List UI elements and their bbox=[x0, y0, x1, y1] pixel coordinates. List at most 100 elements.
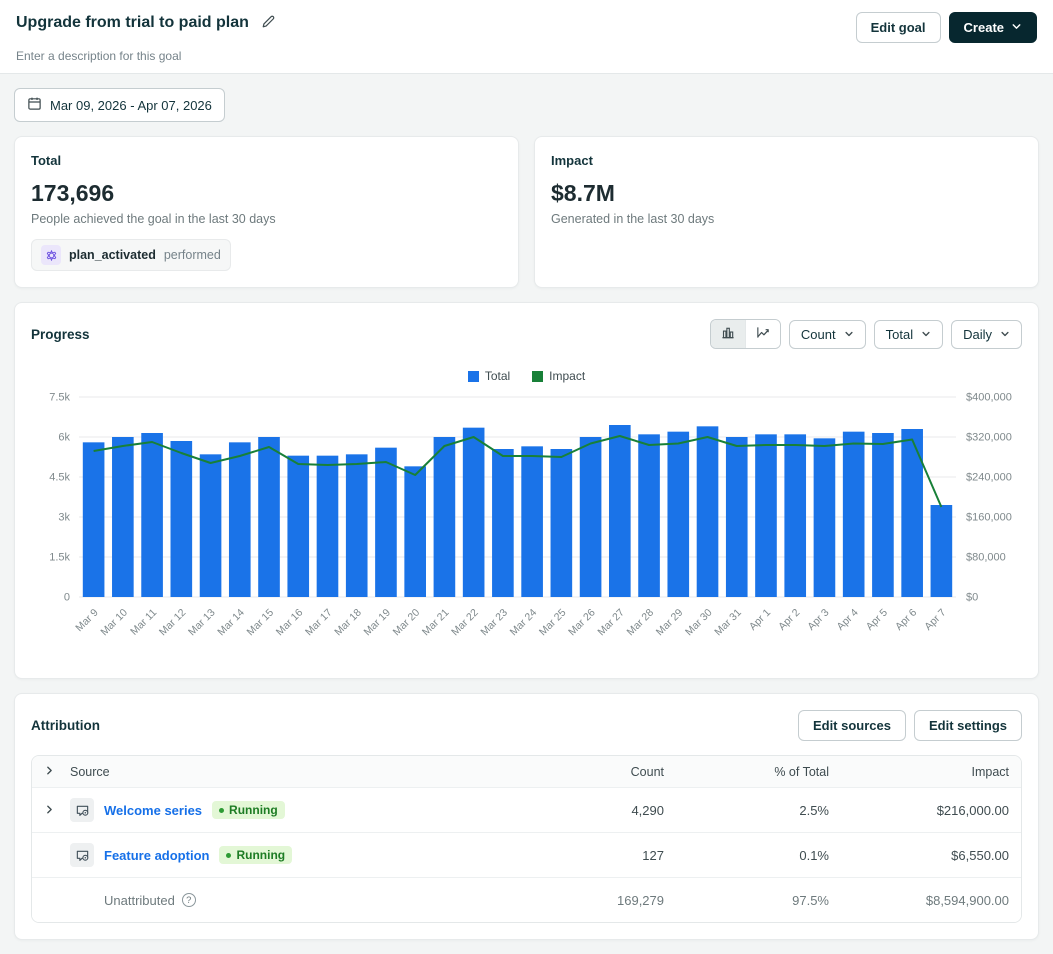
total-value: 173,696 bbox=[31, 180, 502, 207]
page-subtitle: Enter a description for this goal bbox=[16, 49, 1037, 63]
status-label: Running bbox=[229, 803, 278, 817]
svg-text:Apr 4: Apr 4 bbox=[835, 607, 861, 633]
edit-goal-label: Edit goal bbox=[871, 20, 926, 35]
svg-text:$0: $0 bbox=[966, 592, 978, 604]
svg-text:Mar 30: Mar 30 bbox=[683, 607, 715, 639]
svg-text:Mar 31: Mar 31 bbox=[712, 607, 744, 639]
page-title: Upgrade from trial to paid plan bbox=[16, 14, 249, 32]
source-link[interactable]: Welcome series bbox=[104, 803, 202, 818]
svg-text:Apr 2: Apr 2 bbox=[776, 607, 802, 633]
attribution-table-header: Source Count % of Total Impact bbox=[32, 756, 1021, 787]
status-dot-icon bbox=[226, 853, 231, 858]
edit-title-button[interactable] bbox=[259, 12, 278, 34]
legend-item-total: Total bbox=[468, 369, 510, 383]
column-header-count: Count bbox=[534, 765, 664, 779]
unattributed-label: Unattributed bbox=[104, 893, 175, 908]
svg-text:Mar 24: Mar 24 bbox=[508, 607, 540, 639]
svg-text:Mar 26: Mar 26 bbox=[566, 607, 598, 639]
create-label: Create bbox=[964, 20, 1004, 35]
impact-card-label: Impact bbox=[551, 153, 1022, 168]
chevron-down-icon bbox=[1011, 20, 1022, 35]
svg-text:Mar 22: Mar 22 bbox=[449, 607, 481, 639]
expand-all-chevron-icon[interactable] bbox=[44, 765, 55, 779]
svg-text:$160,000: $160,000 bbox=[966, 512, 1012, 524]
edit-settings-button[interactable]: Edit settings bbox=[914, 710, 1022, 741]
svg-text:Mar 25: Mar 25 bbox=[537, 607, 569, 639]
combo-chart-svg: 0$01.5k$80,0003k$160,0004.5k$240,0006k$3… bbox=[31, 389, 1024, 659]
aggregation-select-value: Total bbox=[886, 327, 913, 342]
event-suffix: performed bbox=[164, 248, 221, 262]
chevron-down-icon bbox=[844, 327, 854, 342]
svg-text:Mar 19: Mar 19 bbox=[361, 607, 393, 639]
svg-text:Mar 11: Mar 11 bbox=[128, 607, 159, 638]
count-cell: 127 bbox=[534, 848, 664, 863]
attribution-table: Source Count % of Total Impact bbox=[31, 755, 1022, 923]
pct-cell: 97.5% bbox=[664, 893, 829, 908]
calendar-icon bbox=[27, 96, 42, 114]
total-card-label: Total bbox=[31, 153, 502, 168]
svg-text:Mar 21: Mar 21 bbox=[420, 607, 452, 639]
svg-text:Apr 6: Apr 6 bbox=[893, 607, 919, 633]
bar-chart-toggle-button[interactable] bbox=[711, 320, 745, 348]
svg-text:3k: 3k bbox=[58, 512, 70, 524]
impact-value: $8.7M bbox=[551, 180, 1022, 207]
count-cell: 169,279 bbox=[534, 893, 664, 908]
pct-cell: 0.1% bbox=[664, 848, 829, 863]
svg-text:Apr 7: Apr 7 bbox=[922, 607, 948, 633]
column-header-source: Source bbox=[70, 765, 534, 779]
edit-sources-button[interactable]: Edit sources bbox=[798, 710, 906, 741]
impact-cell: $8,594,900.00 bbox=[829, 893, 1009, 908]
svg-text:1.5k: 1.5k bbox=[49, 552, 70, 564]
svg-text:$240,000: $240,000 bbox=[966, 472, 1012, 484]
chevron-down-icon bbox=[1000, 327, 1010, 342]
svg-text:Mar 15: Mar 15 bbox=[245, 607, 277, 639]
chart-legend: Total Impact bbox=[31, 369, 1022, 383]
date-range-label: Mar 09, 2026 - Apr 07, 2026 bbox=[50, 98, 212, 113]
svg-text:Mar 18: Mar 18 bbox=[332, 607, 364, 639]
source-link[interactable]: Feature adoption bbox=[104, 848, 209, 863]
edit-sources-label: Edit sources bbox=[813, 718, 891, 733]
status-dot-icon bbox=[219, 808, 224, 813]
bar-chart-icon bbox=[720, 325, 736, 343]
granularity-select[interactable]: Daily bbox=[951, 320, 1022, 349]
svg-text:Mar 28: Mar 28 bbox=[625, 607, 657, 639]
svg-text:Mar 23: Mar 23 bbox=[478, 607, 510, 639]
pencil-icon bbox=[261, 14, 276, 32]
column-header-impact: Impact bbox=[829, 765, 1009, 779]
granularity-select-value: Daily bbox=[963, 327, 992, 342]
campaign-icon bbox=[70, 843, 94, 867]
table-row: Welcome series Running 4,290 2.5% $216,0… bbox=[32, 787, 1021, 832]
svg-text:Mar 10: Mar 10 bbox=[98, 607, 130, 639]
attribution-title: Attribution bbox=[31, 718, 100, 733]
svg-text:$400,000: $400,000 bbox=[966, 392, 1012, 404]
svg-text:0: 0 bbox=[64, 592, 70, 604]
progress-card: Progress Count bbox=[14, 302, 1039, 679]
impact-card: Impact $8.7M Generated in the last 30 da… bbox=[534, 136, 1039, 288]
progress-chart: 0$01.5k$80,0003k$160,0004.5k$240,0006k$3… bbox=[31, 389, 1022, 662]
campaign-icon bbox=[70, 798, 94, 822]
total-card: Total 173,696 People achieved the goal i… bbox=[14, 136, 519, 288]
date-range-picker[interactable]: Mar 09, 2026 - Apr 07, 2026 bbox=[14, 88, 225, 122]
page-header: Upgrade from trial to paid plan Edit goa… bbox=[0, 0, 1053, 74]
expand-row-chevron-icon[interactable] bbox=[44, 803, 55, 818]
svg-text:6k: 6k bbox=[58, 432, 70, 444]
create-button[interactable]: Create bbox=[949, 12, 1037, 43]
metric-select[interactable]: Count bbox=[789, 320, 866, 349]
legend-item-impact: Impact bbox=[532, 369, 585, 383]
svg-text:$80,000: $80,000 bbox=[966, 552, 1006, 564]
svg-text:7.5k: 7.5k bbox=[49, 392, 70, 404]
aggregation-select[interactable]: Total bbox=[874, 320, 943, 349]
table-row: Unattributed ? 169,279 97.5% $8,594,900.… bbox=[32, 877, 1021, 922]
goal-event-chip[interactable]: plan_activated performed bbox=[31, 239, 231, 271]
help-icon[interactable]: ? bbox=[182, 893, 196, 907]
line-chart-toggle-button[interactable] bbox=[745, 320, 780, 348]
status-label: Running bbox=[236, 848, 285, 862]
chart-type-toggle bbox=[710, 319, 781, 349]
svg-text:Mar 27: Mar 27 bbox=[595, 607, 627, 639]
impact-cell: $6,550.00 bbox=[829, 848, 1009, 863]
metric-select-value: Count bbox=[801, 327, 836, 342]
svg-text:Mar 14: Mar 14 bbox=[215, 607, 247, 639]
edit-goal-button[interactable]: Edit goal bbox=[856, 12, 941, 43]
count-cell: 4,290 bbox=[534, 803, 664, 818]
svg-text:Apr 5: Apr 5 bbox=[864, 607, 890, 633]
